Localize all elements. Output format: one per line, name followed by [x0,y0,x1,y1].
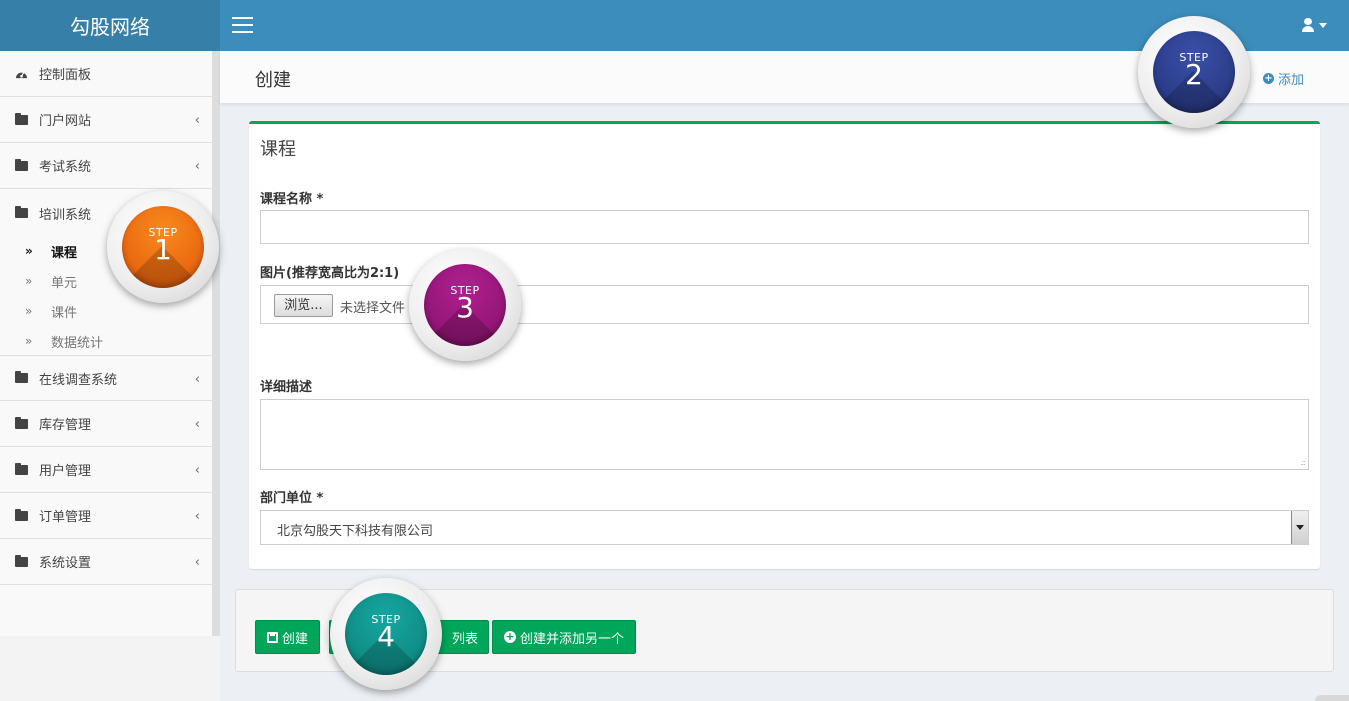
step-4-badge: STEP 4 [330,578,442,690]
sidebar-item-users[interactable]: 用户管理 ‹ [0,447,220,493]
folder-icon [15,462,28,475]
sidebar-subitem-unit[interactable]: » 单元 [25,270,77,292]
sidebar-item-label: 在线调查系统 [39,372,118,388]
folder-icon [15,112,28,125]
chevron-left-icon: ‹ [194,159,200,174]
add-link[interactable]: + 添加 [1262,69,1304,88]
step-3-badge: STEP 3 [409,249,521,361]
chevron-left-icon: ‹ [194,509,200,524]
sidebar-item-label: 订单管理 [39,510,92,525]
chevron-left-icon: ‹ [194,555,200,570]
folder-icon [15,158,28,171]
step-2-badge: STEP 2 [1138,16,1250,128]
plus-circle-icon: + [504,630,516,643]
subitem-label: 单元 [51,275,78,291]
user-menu[interactable] [1302,18,1327,32]
sidebar-item-exam[interactable]: 考试系统 ‹ [0,143,220,189]
step-2-disc: STEP 2 [1153,31,1235,113]
step-number: 2 [1185,58,1203,91]
sidebar-subitem-stats[interactable]: » 数据统计 [25,330,103,352]
subitem-label: 课件 [51,305,78,321]
folder-icon [15,416,28,429]
sidebar-item-label: 控制面板 [39,68,92,83]
add-link-label: 添加 [1277,73,1304,88]
description-label: 详细描述 [260,380,313,395]
sidebar-item-dashboard[interactable]: 控制面板 [0,51,220,97]
chevron-left-icon: ‹ [194,463,200,478]
page-title: 创建 [255,70,291,91]
double-chevron-right-icon: » [25,244,33,258]
save-icon [267,631,278,643]
course-name-label: 课程名称 * [260,192,324,207]
sidebar-toggle-icon[interactable] [232,17,253,33]
step-number: 4 [377,620,395,653]
create-and-add-another-button[interactable]: + 创建并添加另一个 [492,620,637,654]
caret-down-icon [1319,22,1327,28]
corner-decoration [1315,695,1349,701]
create-button-label: 创建 [282,631,309,647]
step-number: 3 [456,291,474,324]
department-selected-value: 北京勾股天下科技有限公司 [277,524,434,539]
double-chevron-right-icon: » [25,274,33,288]
sidebar-item-label: 系统设置 [39,556,92,571]
double-chevron-right-icon: » [25,334,33,348]
double-chevron-right-icon: » [25,304,33,318]
sidebar-subitem-courseware[interactable]: » 课件 [25,300,77,322]
step-4-disc: STEP 4 [345,593,427,675]
folder-icon [15,554,28,567]
no-file-text: 未选择文件 [340,301,406,316]
dropdown-arrow-icon[interactable] [1291,511,1308,544]
department-label: 部门单位 * [260,491,324,506]
step-number: 1 [154,233,172,266]
sidebar-item-label: 用户管理 [39,464,92,479]
folder-open-icon [15,206,28,218]
back-to-list-label: 列表 [451,631,478,647]
subitem-label: 数据统计 [51,335,104,351]
subitem-label: 课程 [51,245,78,261]
sidebar-item-settings[interactable]: 系统设置 ‹ [0,539,220,585]
course-name-input[interactable] [260,210,1309,244]
folder-icon [15,508,28,521]
department-select[interactable]: 北京勾股天下科技有限公司 [260,510,1309,545]
folder-icon [15,371,28,383]
sidebar-item-label: 培训系统 [39,207,92,223]
chevron-left-icon: ‹ [194,417,200,432]
step-1-disc: STEP 1 [122,206,204,288]
box-title: 课程 [260,139,296,160]
sidebar-item-label: 库存管理 [39,418,92,433]
browse-button[interactable]: 浏览... [274,294,333,317]
logo-text: 勾股网络 [70,15,150,39]
sidebar-item-label: 门户网站 [39,114,92,129]
plus-circle-icon: + [1262,73,1274,84]
sidebar-item-portal[interactable]: 门户网站 ‹ [0,97,220,143]
step-3-disc: STEP 3 [424,264,506,346]
chevron-left-icon: ‹ [194,372,200,387]
brand-logo[interactable]: 勾股网络 [0,0,220,51]
sidebar-subitem-course[interactable]: » 课程 [25,240,77,262]
description-textarea[interactable]: .:: [260,399,1309,470]
sidebar-item-survey[interactable]: 在线调查系统 ‹ [0,355,220,401]
user-icon [1302,18,1314,32]
sidebar-item-inventory[interactable]: 库存管理 ‹ [0,401,220,447]
create-add-label: 创建并添加另一个 [520,631,625,647]
resize-grip-icon[interactable]: .:: [1300,458,1306,467]
dashboard-icon [16,71,27,79]
chevron-left-icon: ‹ [194,113,200,128]
image-label: 图片(推荐宽高比为2:1) [260,266,400,281]
course-form-box: 课程 课程名称 * 图片(推荐宽高比为2:1) 浏览... 未选择文件 详细描述… [249,121,1320,569]
create-button[interactable]: 创建 [255,620,321,654]
sidebar-item-label: 考试系统 [39,160,92,175]
step-1-badge: STEP 1 [107,191,219,303]
sidebar-item-orders[interactable]: 订单管理 ‹ [0,493,220,539]
